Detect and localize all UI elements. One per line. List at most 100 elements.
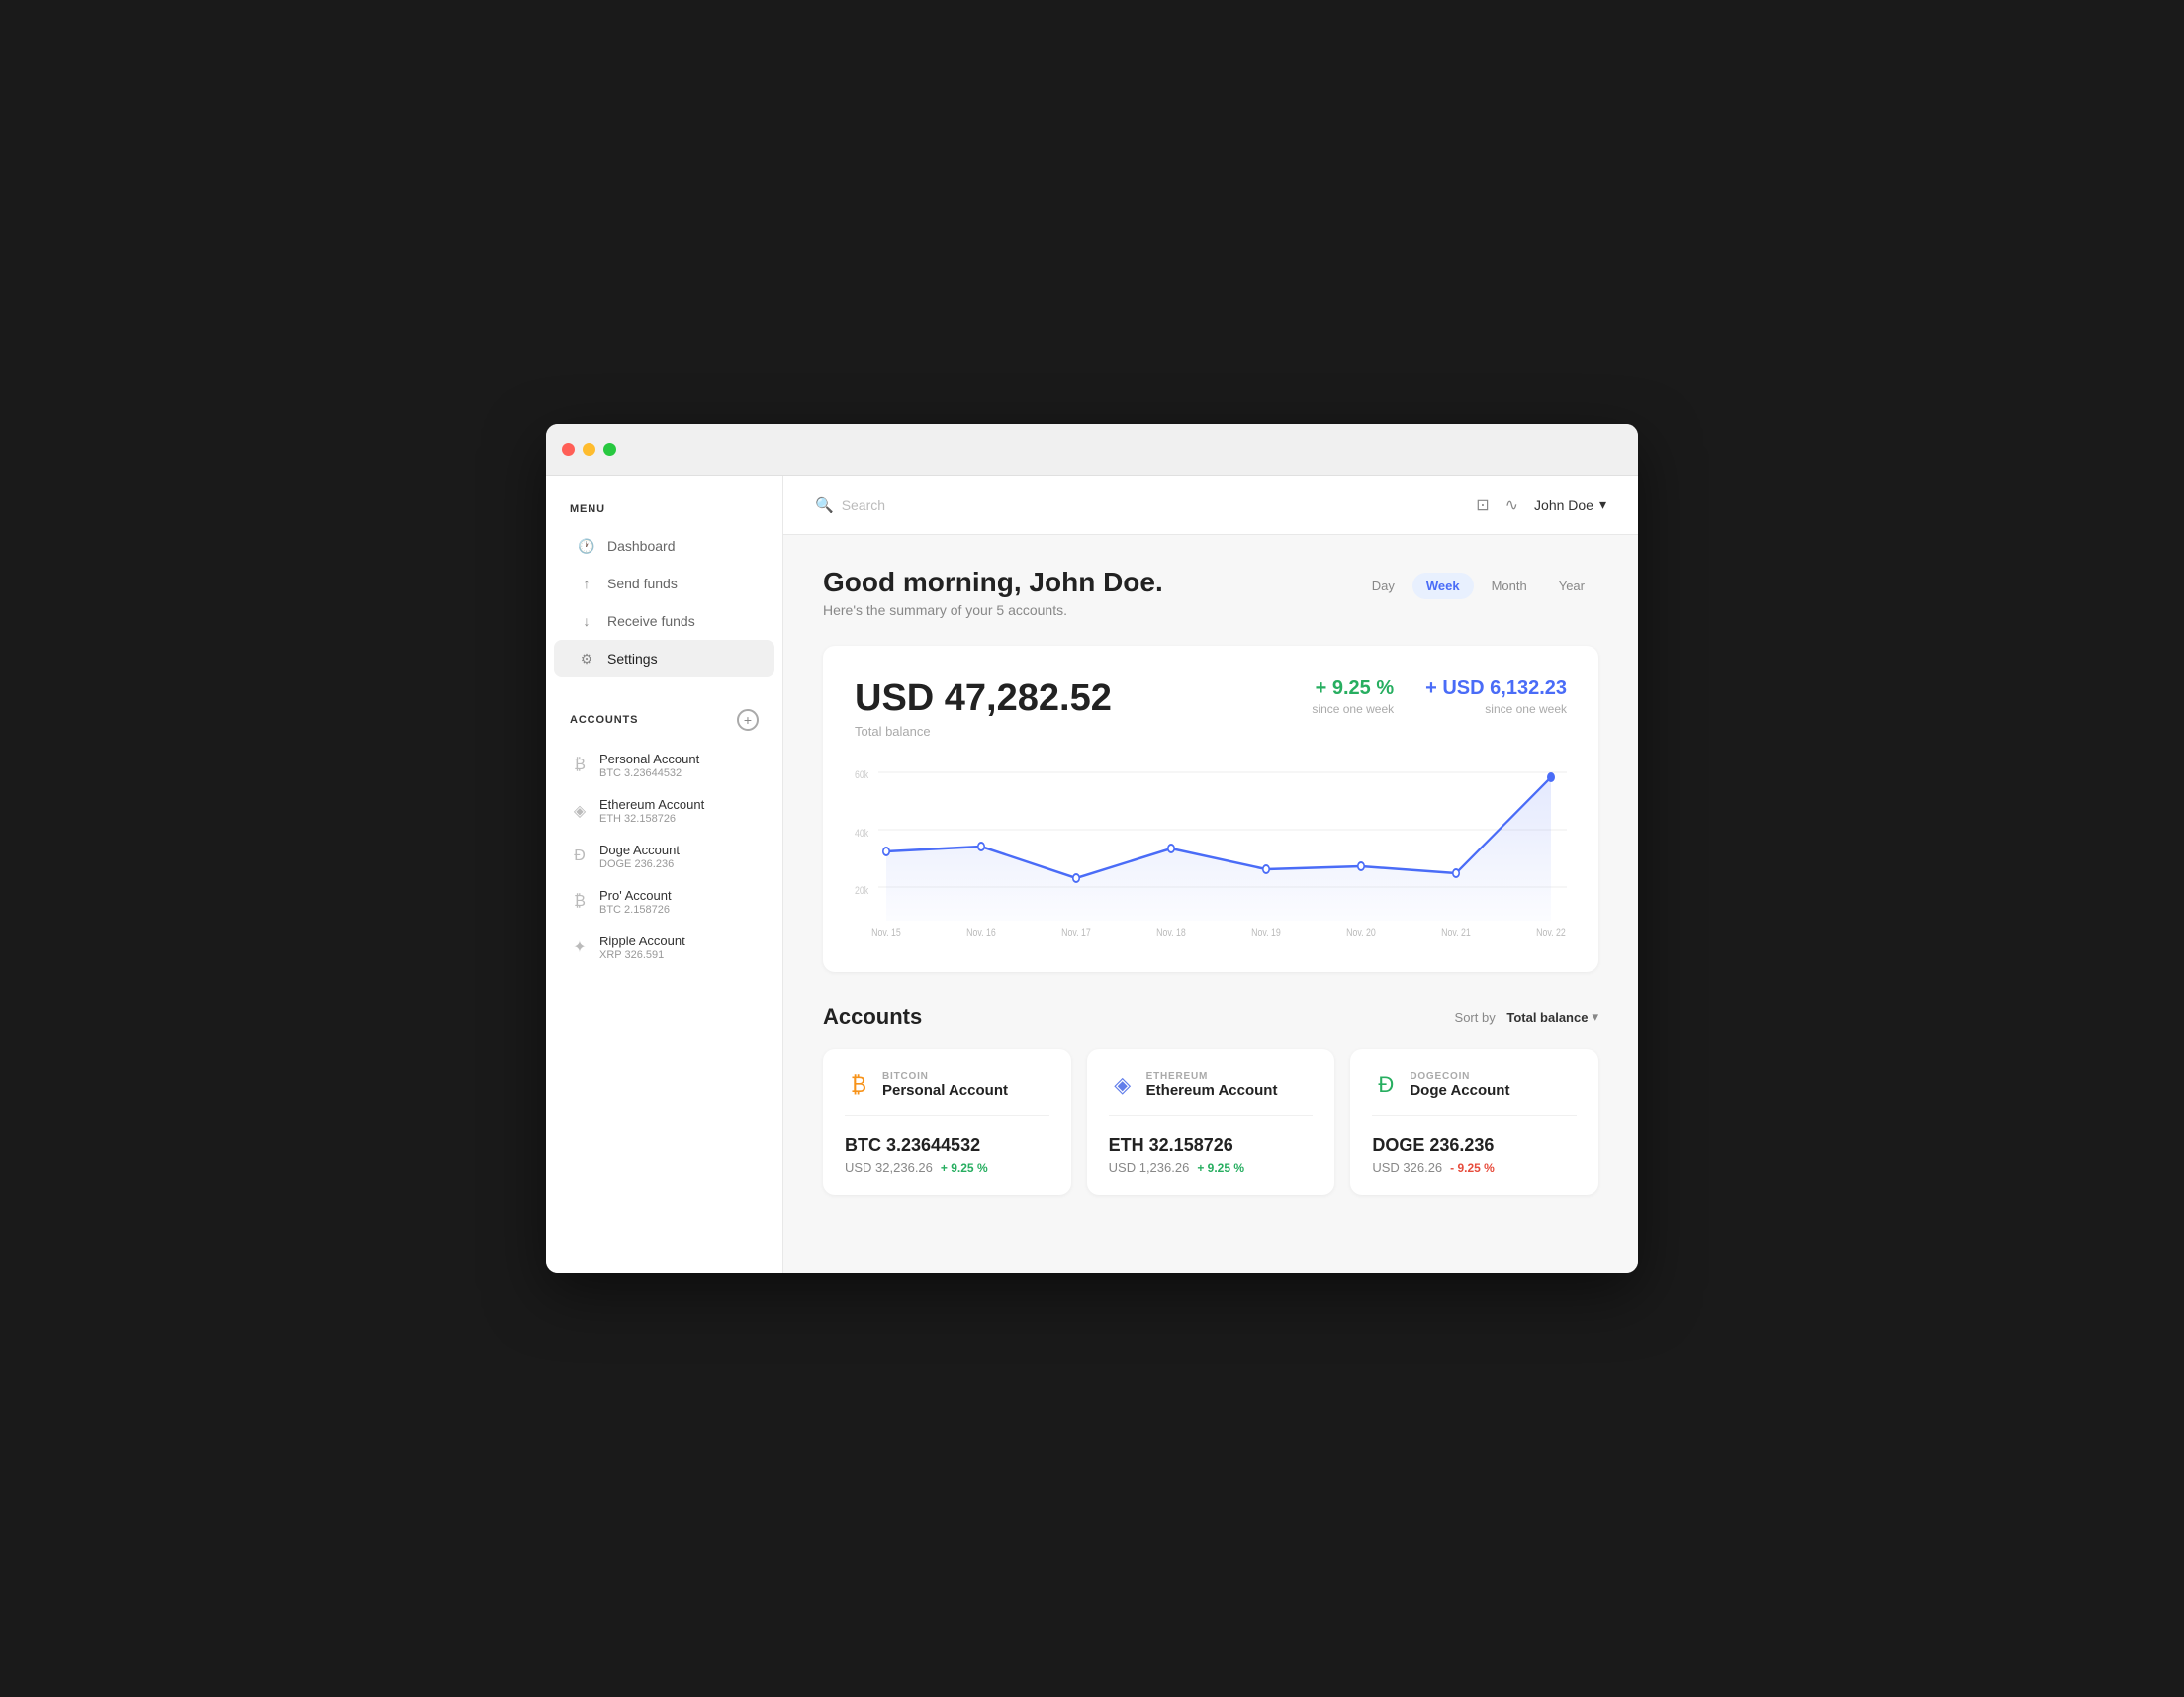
- user-name: John Doe: [1534, 497, 1593, 513]
- account-cards: ₿ BITCOIN Personal Account BTC 3.2364453…: [823, 1049, 1598, 1195]
- svg-text:Nov. 20: Nov. 20: [1346, 927, 1376, 938]
- time-filter-year[interactable]: Year: [1545, 573, 1598, 599]
- coin-info: ETHEREUM Ethereum Account: [1146, 1071, 1278, 1099]
- card-usd-row: USD 32,236.26 + 9.25 %: [845, 1160, 1049, 1175]
- pct-change-label: since one week: [1312, 702, 1394, 716]
- account-card[interactable]: ◈ ETHEREUM Ethereum Account ETH 32.15872…: [1087, 1049, 1335, 1195]
- search-placeholder[interactable]: Search: [842, 497, 885, 513]
- line-chart: 60k 40k 20k: [855, 762, 1567, 940]
- card-amount: ETH 32.158726: [1109, 1135, 1314, 1156]
- topbar: 🔍 Search ⊡ ∿ John Doe ▾: [783, 476, 1638, 535]
- usd-change-label: since one week: [1425, 702, 1567, 716]
- card-pct: - 9.25 %: [1450, 1161, 1495, 1175]
- svg-text:60k: 60k: [855, 769, 868, 781]
- time-filter-day[interactable]: Day: [1358, 573, 1409, 599]
- sidebar-item-label: Settings: [607, 651, 658, 667]
- sidebar-item-dashboard[interactable]: 🕐Dashboard: [554, 527, 774, 565]
- svg-text:Nov. 16: Nov. 16: [966, 927, 996, 938]
- account-coin-icon: Ð: [570, 847, 590, 866]
- account-info: Pro' Account BTC 2.158726: [599, 888, 672, 916]
- coin-type: DOGECOIN: [1410, 1071, 1509, 1082]
- sidebar-account-pro-account[interactable]: ₿ Pro' Account BTC 2.158726: [546, 879, 782, 925]
- greeting-subtitle: Here's the summary of your 5 accounts.: [823, 602, 1163, 618]
- activity-icon[interactable]: ∿: [1505, 495, 1518, 515]
- minimize-button[interactable]: [583, 443, 595, 456]
- sort-chevron-icon: ▾: [1592, 1009, 1598, 1025]
- account-sub: BTC 3.23644532: [599, 767, 699, 779]
- accounts-section-label: ACCOUNTS: [570, 714, 638, 726]
- greeting-heading: Good morning, John Doe.: [823, 567, 1163, 598]
- pct-change-value: + 9.25 %: [1312, 677, 1394, 700]
- sidebar-item-label: Receive funds: [607, 613, 695, 629]
- sort-by-button[interactable]: Sort by Total balance ▾: [1455, 1009, 1598, 1025]
- svg-text:Nov. 21: Nov. 21: [1441, 927, 1471, 938]
- account-card[interactable]: Ð DOGECOIN Doge Account DOGE 236.236 USD…: [1350, 1049, 1598, 1195]
- total-balance: USD 47,282.52: [855, 677, 1112, 720]
- sidebar-account-btc-personal[interactable]: ₿ Personal Account BTC 3.23644532: [546, 743, 782, 788]
- card-header: ◈ ETHEREUM Ethereum Account: [1109, 1071, 1314, 1116]
- accounts-title: Accounts: [823, 1004, 922, 1029]
- main-content: 🔍 Search ⊡ ∿ John Doe ▾ Good morn: [783, 476, 1638, 1273]
- card-header: ₿ BITCOIN Personal Account: [845, 1071, 1049, 1116]
- accounts-row: Accounts Sort by Total balance ▾: [823, 1004, 1598, 1029]
- coin-info: BITCOIN Personal Account: [882, 1071, 1008, 1099]
- account-name: Personal Account: [599, 752, 699, 766]
- balance-chart-card: USD 47,282.52 Total balance + 9.25 % sin…: [823, 646, 1598, 972]
- sidebar: MENU 🕐Dashboard↑Send funds ↓ Receive funds…: [546, 476, 783, 1273]
- pct-change-stat: + 9.25 % since one week: [1312, 677, 1394, 716]
- account-info: Personal Account BTC 3.23644532: [599, 752, 699, 779]
- svg-text:Nov. 17: Nov. 17: [1061, 927, 1091, 938]
- card-pct: + 9.25 %: [941, 1161, 988, 1175]
- sort-label: Sort by: [1455, 1010, 1496, 1025]
- coin-info: DOGECOIN Doge Account: [1410, 1071, 1509, 1099]
- balance-info: USD 47,282.52 Total balance: [855, 677, 1112, 739]
- add-account-button[interactable]: +: [737, 709, 759, 731]
- device-icon[interactable]: ⊡: [1476, 495, 1489, 515]
- svg-text:Nov. 19: Nov. 19: [1251, 927, 1281, 938]
- search-icon: 🔍: [815, 496, 834, 514]
- account-coin-icon: ✦: [570, 938, 590, 957]
- usd-change-value: + USD 6,132.23: [1425, 677, 1567, 700]
- account-card[interactable]: ₿ BITCOIN Personal Account BTC 3.2364453…: [823, 1049, 1071, 1195]
- sidebar-account-eth-account[interactable]: ◈ Ethereum Account ETH 32.158726: [546, 788, 782, 834]
- card-usd: USD 326.26: [1372, 1160, 1442, 1175]
- account-coin-icon: ◈: [570, 801, 590, 821]
- greeting-text: Good morning, John Doe. Here's the summa…: [823, 567, 1163, 618]
- accounts-section: Accounts Sort by Total balance ▾ ₿ BITCO…: [823, 1004, 1598, 1195]
- time-filters: DayWeekMonthYear: [1358, 573, 1598, 599]
- card-account-name: Doge Account: [1410, 1082, 1509, 1099]
- settings-icon: ⚙: [578, 650, 595, 668]
- account-name: Doge Account: [599, 843, 680, 857]
- account-info: Ripple Account XRP 326.591: [599, 934, 685, 961]
- page-content: Good morning, John Doe. Here's the summa…: [783, 535, 1638, 1226]
- time-filter-week[interactable]: Week: [1412, 573, 1474, 599]
- close-button[interactable]: [562, 443, 575, 456]
- card-account-name: Ethereum Account: [1146, 1082, 1278, 1099]
- menu-label: MENU: [546, 503, 782, 515]
- card-usd-row: USD 326.26 - 9.25 %: [1372, 1160, 1577, 1175]
- accounts-header: ACCOUNTS +: [546, 709, 782, 731]
- card-header: Ð DOGECOIN Doge Account: [1372, 1071, 1577, 1116]
- account-name: Pro' Account: [599, 888, 672, 903]
- account-sub: ETH 32.158726: [599, 813, 704, 825]
- receive-icon: ↓: [578, 612, 595, 630]
- sidebar-item-receive[interactable]: ↓ Receive funds: [554, 602, 774, 640]
- account-info: Doge Account DOGE 236.236: [599, 843, 680, 870]
- user-menu-button[interactable]: John Doe ▾: [1534, 496, 1606, 513]
- sidebar-item-send[interactable]: ↑Send funds: [554, 565, 774, 602]
- coin-icon: ◈: [1109, 1071, 1137, 1099]
- account-info: Ethereum Account ETH 32.158726: [599, 797, 704, 825]
- sidebar-account-ripple-account[interactable]: ✦ Ripple Account XRP 326.591: [546, 925, 782, 970]
- sidebar-account-doge-account[interactable]: Ð Doge Account DOGE 236.236: [546, 834, 782, 879]
- maximize-button[interactable]: [603, 443, 616, 456]
- card-amount: DOGE 236.236: [1372, 1135, 1577, 1156]
- chart-svg: 60k 40k 20k: [855, 762, 1567, 940]
- card-usd-row: USD 1,236.26 + 9.25 %: [1109, 1160, 1314, 1175]
- chevron-down-icon: ▾: [1599, 496, 1606, 513]
- card-account-name: Personal Account: [882, 1082, 1008, 1099]
- account-sub: BTC 2.158726: [599, 904, 672, 916]
- time-filter-month[interactable]: Month: [1478, 573, 1541, 599]
- sidebar-item-settings[interactable]: ⚙ Settings: [554, 640, 774, 677]
- card-usd: USD 1,236.26: [1109, 1160, 1190, 1175]
- dashboard-icon: 🕐: [578, 537, 595, 555]
